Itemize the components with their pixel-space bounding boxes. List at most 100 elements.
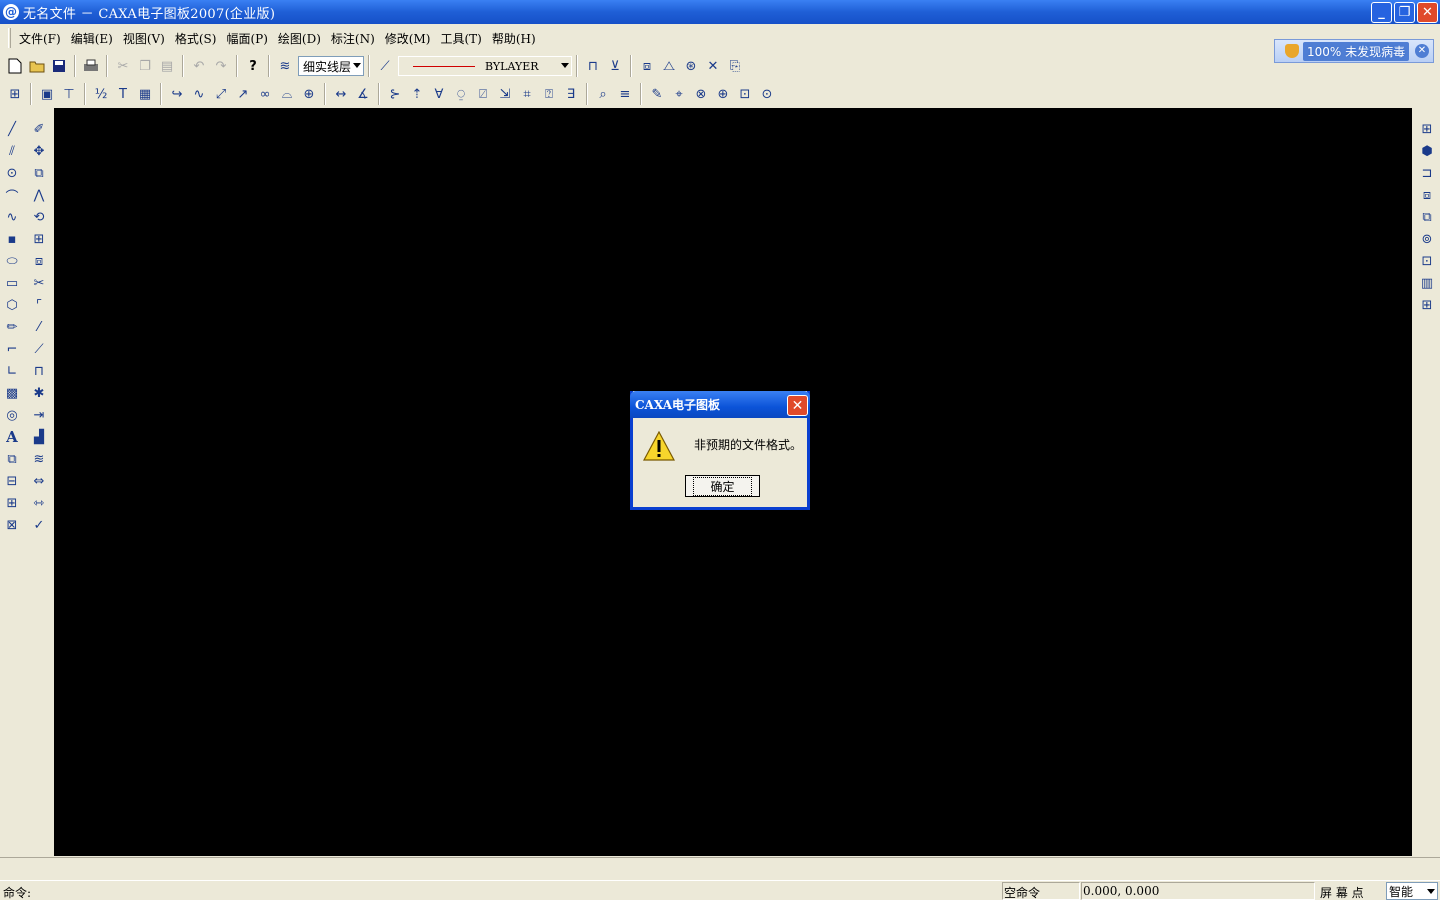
view-tool-2-icon[interactable]: ⬢ — [1416, 140, 1438, 162]
rectangle-icon[interactable]: ▭ — [1, 272, 23, 294]
block-icon[interactable]: ⧉ — [1, 448, 23, 470]
hatch-icon[interactable]: ▩ — [1, 382, 23, 404]
equidistant-line-icon[interactable]: ∟ — [1, 360, 23, 382]
app-icon[interactable]: @ — [3, 4, 19, 20]
dimension-tool-9-icon[interactable]: ⌗ — [516, 83, 538, 105]
query-tool-2-icon[interactable]: ≡ — [614, 83, 636, 105]
view-tool-9-icon[interactable]: ⊞ — [1416, 294, 1438, 316]
spline-icon[interactable]: ∿ — [1, 206, 23, 228]
dimension-tool-4-icon[interactable]: ⇡ — [406, 83, 428, 105]
dimension-tool-1-icon[interactable]: ↔ — [330, 83, 352, 105]
ok-button[interactable]: 确定 — [685, 475, 760, 497]
polygon-icon[interactable]: ⬡ — [1, 294, 23, 316]
curve-tool-3-icon[interactable]: ⤢ — [210, 83, 232, 105]
menu-grip[interactable] — [8, 28, 11, 48]
zoom-tool-2-icon[interactable]: ⊗ — [690, 83, 712, 105]
fill-icon[interactable]: ◎ — [1, 404, 23, 426]
drawing-tool-4-icon[interactable]: ✕ — [702, 55, 724, 77]
trim-icon[interactable]: ✂ — [28, 272, 50, 294]
print-icon[interactable] — [80, 55, 102, 77]
view-tool-3-icon[interactable]: ⊐ — [1416, 162, 1438, 184]
dimension-tool-5-icon[interactable]: ∀ — [428, 83, 450, 105]
move-icon[interactable]: ✥ — [28, 140, 50, 162]
view-tool-4-icon[interactable]: ⧈ — [1416, 184, 1438, 206]
scale-icon[interactable]: ⧈ — [28, 250, 50, 272]
snap-mode-select[interactable]: 智能 — [1386, 882, 1438, 900]
erase-icon[interactable]: ✐ — [28, 118, 50, 140]
drawing-tool-5-icon[interactable]: ⎘ — [724, 55, 746, 77]
paste-icon[interactable]: ▤ — [156, 55, 178, 77]
view-tool-7-icon[interactable]: ⊡ — [1416, 250, 1438, 272]
menu-edit[interactable]: 编辑(E) — [67, 28, 117, 49]
insert-icon[interactable]: ⊞ — [1, 492, 23, 514]
parallel-line-icon[interactable]: ⫽ — [1, 140, 23, 162]
drawing-tool-3-icon[interactable]: ⊛ — [680, 55, 702, 77]
curve-tool-4-icon[interactable]: ↗ — [232, 83, 254, 105]
layer-change-icon[interactable]: ≋ — [28, 448, 50, 470]
copy-icon[interactable]: ❐ — [134, 55, 156, 77]
frame-icon[interactable]: ▣ — [36, 83, 58, 105]
array-icon[interactable]: ⊞ — [28, 228, 50, 250]
rotate-icon[interactable]: ⟲ — [28, 206, 50, 228]
properties-icon[interactable]: ✓ — [28, 514, 50, 536]
color-change-icon[interactable]: ▟ — [28, 426, 50, 448]
curve-tool-5-icon[interactable]: ∞ — [254, 83, 276, 105]
title-block-icon[interactable]: ⊤ — [58, 83, 80, 105]
line-icon[interactable]: ╱ — [1, 118, 23, 140]
menu-file[interactable]: 文件(F) — [15, 28, 65, 49]
fillet-icon[interactable]: ⌜ — [28, 294, 50, 316]
dimension-tool-3-icon[interactable]: ⊱ — [384, 83, 406, 105]
explode-icon[interactable]: ✱ — [28, 382, 50, 404]
menu-dimension[interactable]: 标注(N) — [327, 28, 379, 49]
drawing-tool-2-icon[interactable]: ⧍ — [658, 55, 680, 77]
break-icon[interactable]: ⁄ — [28, 316, 50, 338]
save-icon[interactable] — [48, 55, 70, 77]
dimension-tool-11-icon[interactable]: ∃ — [560, 83, 582, 105]
menu-modify[interactable]: 修改(M) — [381, 28, 435, 49]
menu-help[interactable]: 帮助(H) — [488, 28, 540, 49]
new-file-icon[interactable] — [4, 55, 26, 77]
layer-manager-icon[interactable]: ≋ — [274, 55, 296, 77]
dimension-tool-7-icon[interactable]: ⍁ — [472, 83, 494, 105]
redo-icon[interactable]: ↷ — [210, 55, 232, 77]
match-icon[interactable]: ⇔ — [28, 470, 50, 492]
linetype-icon[interactable]: ⟋ — [374, 55, 396, 77]
menu-format[interactable]: 格式(S) — [171, 28, 221, 49]
polyline-icon[interactable]: ✏ — [1, 316, 23, 338]
point-icon[interactable]: ▪ — [1, 228, 23, 250]
linetype-select[interactable]: BYLAYER — [398, 56, 572, 76]
layer-select[interactable]: 细实线层 — [298, 56, 364, 76]
view-tool-1-icon[interactable]: ⊞ — [1416, 118, 1438, 140]
ellipse-icon[interactable]: ⬭ — [1, 250, 23, 272]
library-icon[interactable]: ⊟ — [1, 470, 23, 492]
centerline-icon[interactable]: ⌐ — [1, 338, 23, 360]
extend-icon[interactable]: ⟋ — [28, 338, 50, 360]
restore-button[interactable]: ❐ — [1394, 2, 1415, 23]
image-icon[interactable]: ⊠ — [1, 514, 23, 536]
linewidth-icon[interactable]: ⊻ — [604, 55, 626, 77]
dimension-tool-2-icon[interactable]: ∡ — [352, 83, 374, 105]
menu-draw[interactable]: 绘图(D) — [274, 28, 325, 49]
cut-icon[interactable]: ✂ — [112, 55, 134, 77]
zoom-tool-1-icon[interactable]: ⌖ — [668, 83, 690, 105]
undo-icon[interactable]: ↶ — [188, 55, 210, 77]
minimize-button[interactable]: _ — [1371, 2, 1392, 23]
text-tool-icon[interactable]: A — [1, 426, 23, 448]
curve-tool-1-icon[interactable]: ↪ — [166, 83, 188, 105]
drawing-tool-1-icon[interactable]: ⧈ — [636, 55, 658, 77]
close-window-button[interactable]: ✕ — [1417, 2, 1438, 23]
menu-tools[interactable]: 工具(T) — [436, 28, 485, 49]
zoom-in-icon[interactable]: ⊕ — [712, 83, 734, 105]
dimension-tool-10-icon[interactable]: ⍰ — [538, 83, 560, 105]
dimension-tool-6-icon[interactable]: ⍜ — [450, 83, 472, 105]
table-icon[interactable]: ▦ — [134, 83, 156, 105]
text-icon[interactable]: T — [112, 83, 134, 105]
copy-tool-icon[interactable]: ⧉ — [28, 162, 50, 184]
stretch-icon[interactable]: ⊓ — [28, 360, 50, 382]
view-tool-5-icon[interactable]: ⧉ — [1416, 206, 1438, 228]
circle-icon[interactable]: ⊙ — [1, 162, 23, 184]
mirror-icon[interactable]: ⋀ — [28, 184, 50, 206]
curve-tool-2-icon[interactable]: ∿ — [188, 83, 210, 105]
command-line[interactable] — [0, 857, 1440, 879]
curve-tool-6-icon[interactable]: ⌓ — [276, 83, 298, 105]
